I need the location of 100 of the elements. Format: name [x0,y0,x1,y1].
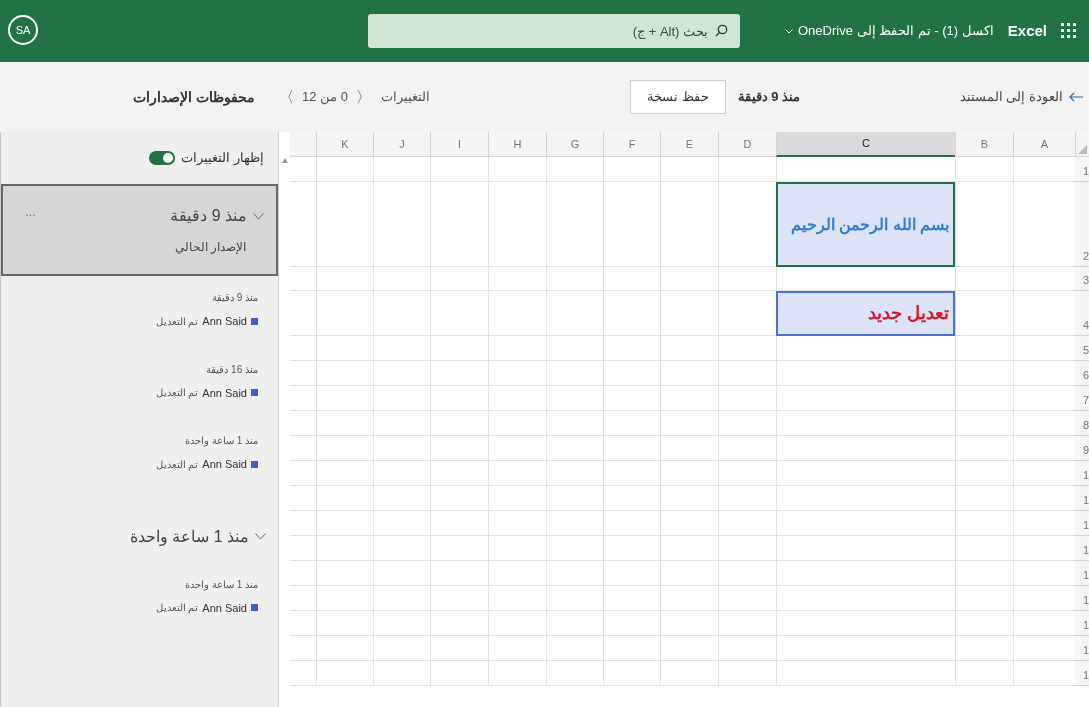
table-cell[interactable] [373,436,430,461]
table-cell[interactable] [546,636,603,661]
table-cell[interactable] [488,461,546,486]
table-cell[interactable] [546,511,603,536]
table-cell[interactable] [718,536,776,561]
row-header[interactable]: 4 [1075,291,1089,336]
table-cell[interactable] [316,267,373,291]
table-cell[interactable] [776,611,955,636]
table-cell[interactable] [718,291,776,336]
table-cell[interactable] [546,267,603,291]
table-cell[interactable] [776,436,955,461]
table-cell[interactable] [603,436,660,461]
column-header[interactable]: I [430,132,488,157]
table-cell[interactable] [955,336,1013,361]
previous-change-button[interactable]: 〈 [355,85,371,109]
row-header[interactable]: 1 [1075,461,1089,486]
table-cell[interactable] [373,611,430,636]
table-cell[interactable] [718,267,776,291]
column-header[interactable]: E [660,132,718,157]
table-cell[interactable] [430,157,488,182]
table-cell[interactable] [430,486,488,511]
table-cell[interactable] [660,436,718,461]
table-cell[interactable] [603,536,660,561]
table-cell[interactable] [603,267,660,291]
table-cell[interactable] [546,536,603,561]
table-cell[interactable] [488,486,546,511]
table-cell[interactable] [316,411,373,436]
table-cell[interactable] [955,461,1013,486]
row-header[interactable]: 1 [1075,511,1089,536]
table-cell[interactable] [373,636,430,661]
table-cell[interactable] [1013,661,1075,686]
table-cell[interactable] [316,182,373,267]
table-cell[interactable] [316,291,373,336]
table-cell[interactable] [718,411,776,436]
table-cell[interactable] [603,586,660,611]
table-cell[interactable] [660,536,718,561]
table-cell[interactable] [373,411,430,436]
table-cell[interactable] [718,182,776,267]
table-cell[interactable] [430,336,488,361]
table-cell[interactable] [488,511,546,536]
table-cell[interactable] [955,267,1013,291]
table-cell[interactable] [488,611,546,636]
avatar[interactable]: SA [8,15,38,45]
column-header[interactable]: C [776,132,955,157]
table-cell[interactable] [1013,411,1075,436]
table-cell[interactable]: تعديل جديد [776,291,955,336]
table-cell[interactable] [718,461,776,486]
table-cell[interactable] [776,386,955,411]
table-cell[interactable] [430,361,488,386]
table-cell[interactable] [373,661,430,686]
table-cell[interactable] [546,411,603,436]
table-cell[interactable] [1013,511,1075,536]
show-changes-toggle[interactable] [149,151,176,165]
row-header[interactable]: 6 [1075,361,1089,386]
table-cell[interactable] [430,411,488,436]
table-cell[interactable] [430,461,488,486]
table-cell[interactable] [316,486,373,511]
table-cell[interactable] [546,486,603,511]
table-cell[interactable] [1013,267,1075,291]
table-cell[interactable] [776,461,955,486]
table-cell[interactable] [488,586,546,611]
column-header[interactable]: A [1013,132,1075,157]
table-cell[interactable] [316,461,373,486]
table-cell[interactable] [488,536,546,561]
table-cell[interactable] [660,586,718,611]
table-cell[interactable] [718,636,776,661]
table-cell[interactable] [430,386,488,411]
row-header[interactable]: 1 [1075,536,1089,561]
table-cell[interactable] [660,661,718,686]
table-cell[interactable] [660,182,718,267]
table-cell[interactable] [546,611,603,636]
table-cell[interactable] [603,157,660,182]
table-cell[interactable] [955,411,1013,436]
table-cell[interactable] [603,361,660,386]
table-cell[interactable] [316,336,373,361]
table-cell[interactable] [316,586,373,611]
table-cell[interactable] [660,361,718,386]
table-cell[interactable] [488,157,546,182]
more-options-button[interactable]: … [25,204,36,221]
table-cell[interactable] [776,536,955,561]
table-cell[interactable] [373,511,430,536]
row-header[interactable]: 1 [1075,157,1089,182]
table-cell[interactable] [430,586,488,611]
column-header[interactable]: H [488,132,546,157]
select-all-corner-icon[interactable] [1078,145,1087,154]
table-cell[interactable] [660,461,718,486]
table-cell[interactable] [660,561,718,586]
table-cell[interactable] [488,336,546,361]
table-cell[interactable] [316,636,373,661]
table-cell[interactable] [373,586,430,611]
table-cell[interactable] [718,561,776,586]
table-cell[interactable] [546,561,603,586]
row-header[interactable]: 9 [1075,436,1089,461]
table-cell[interactable] [603,511,660,536]
table-cell[interactable] [660,411,718,436]
table-cell[interactable] [776,486,955,511]
back-link[interactable]: العودة إلى المستند [959,87,1083,107]
table-cell[interactable] [776,511,955,536]
table-cell[interactable] [430,561,488,586]
table-cell[interactable] [1013,336,1075,361]
